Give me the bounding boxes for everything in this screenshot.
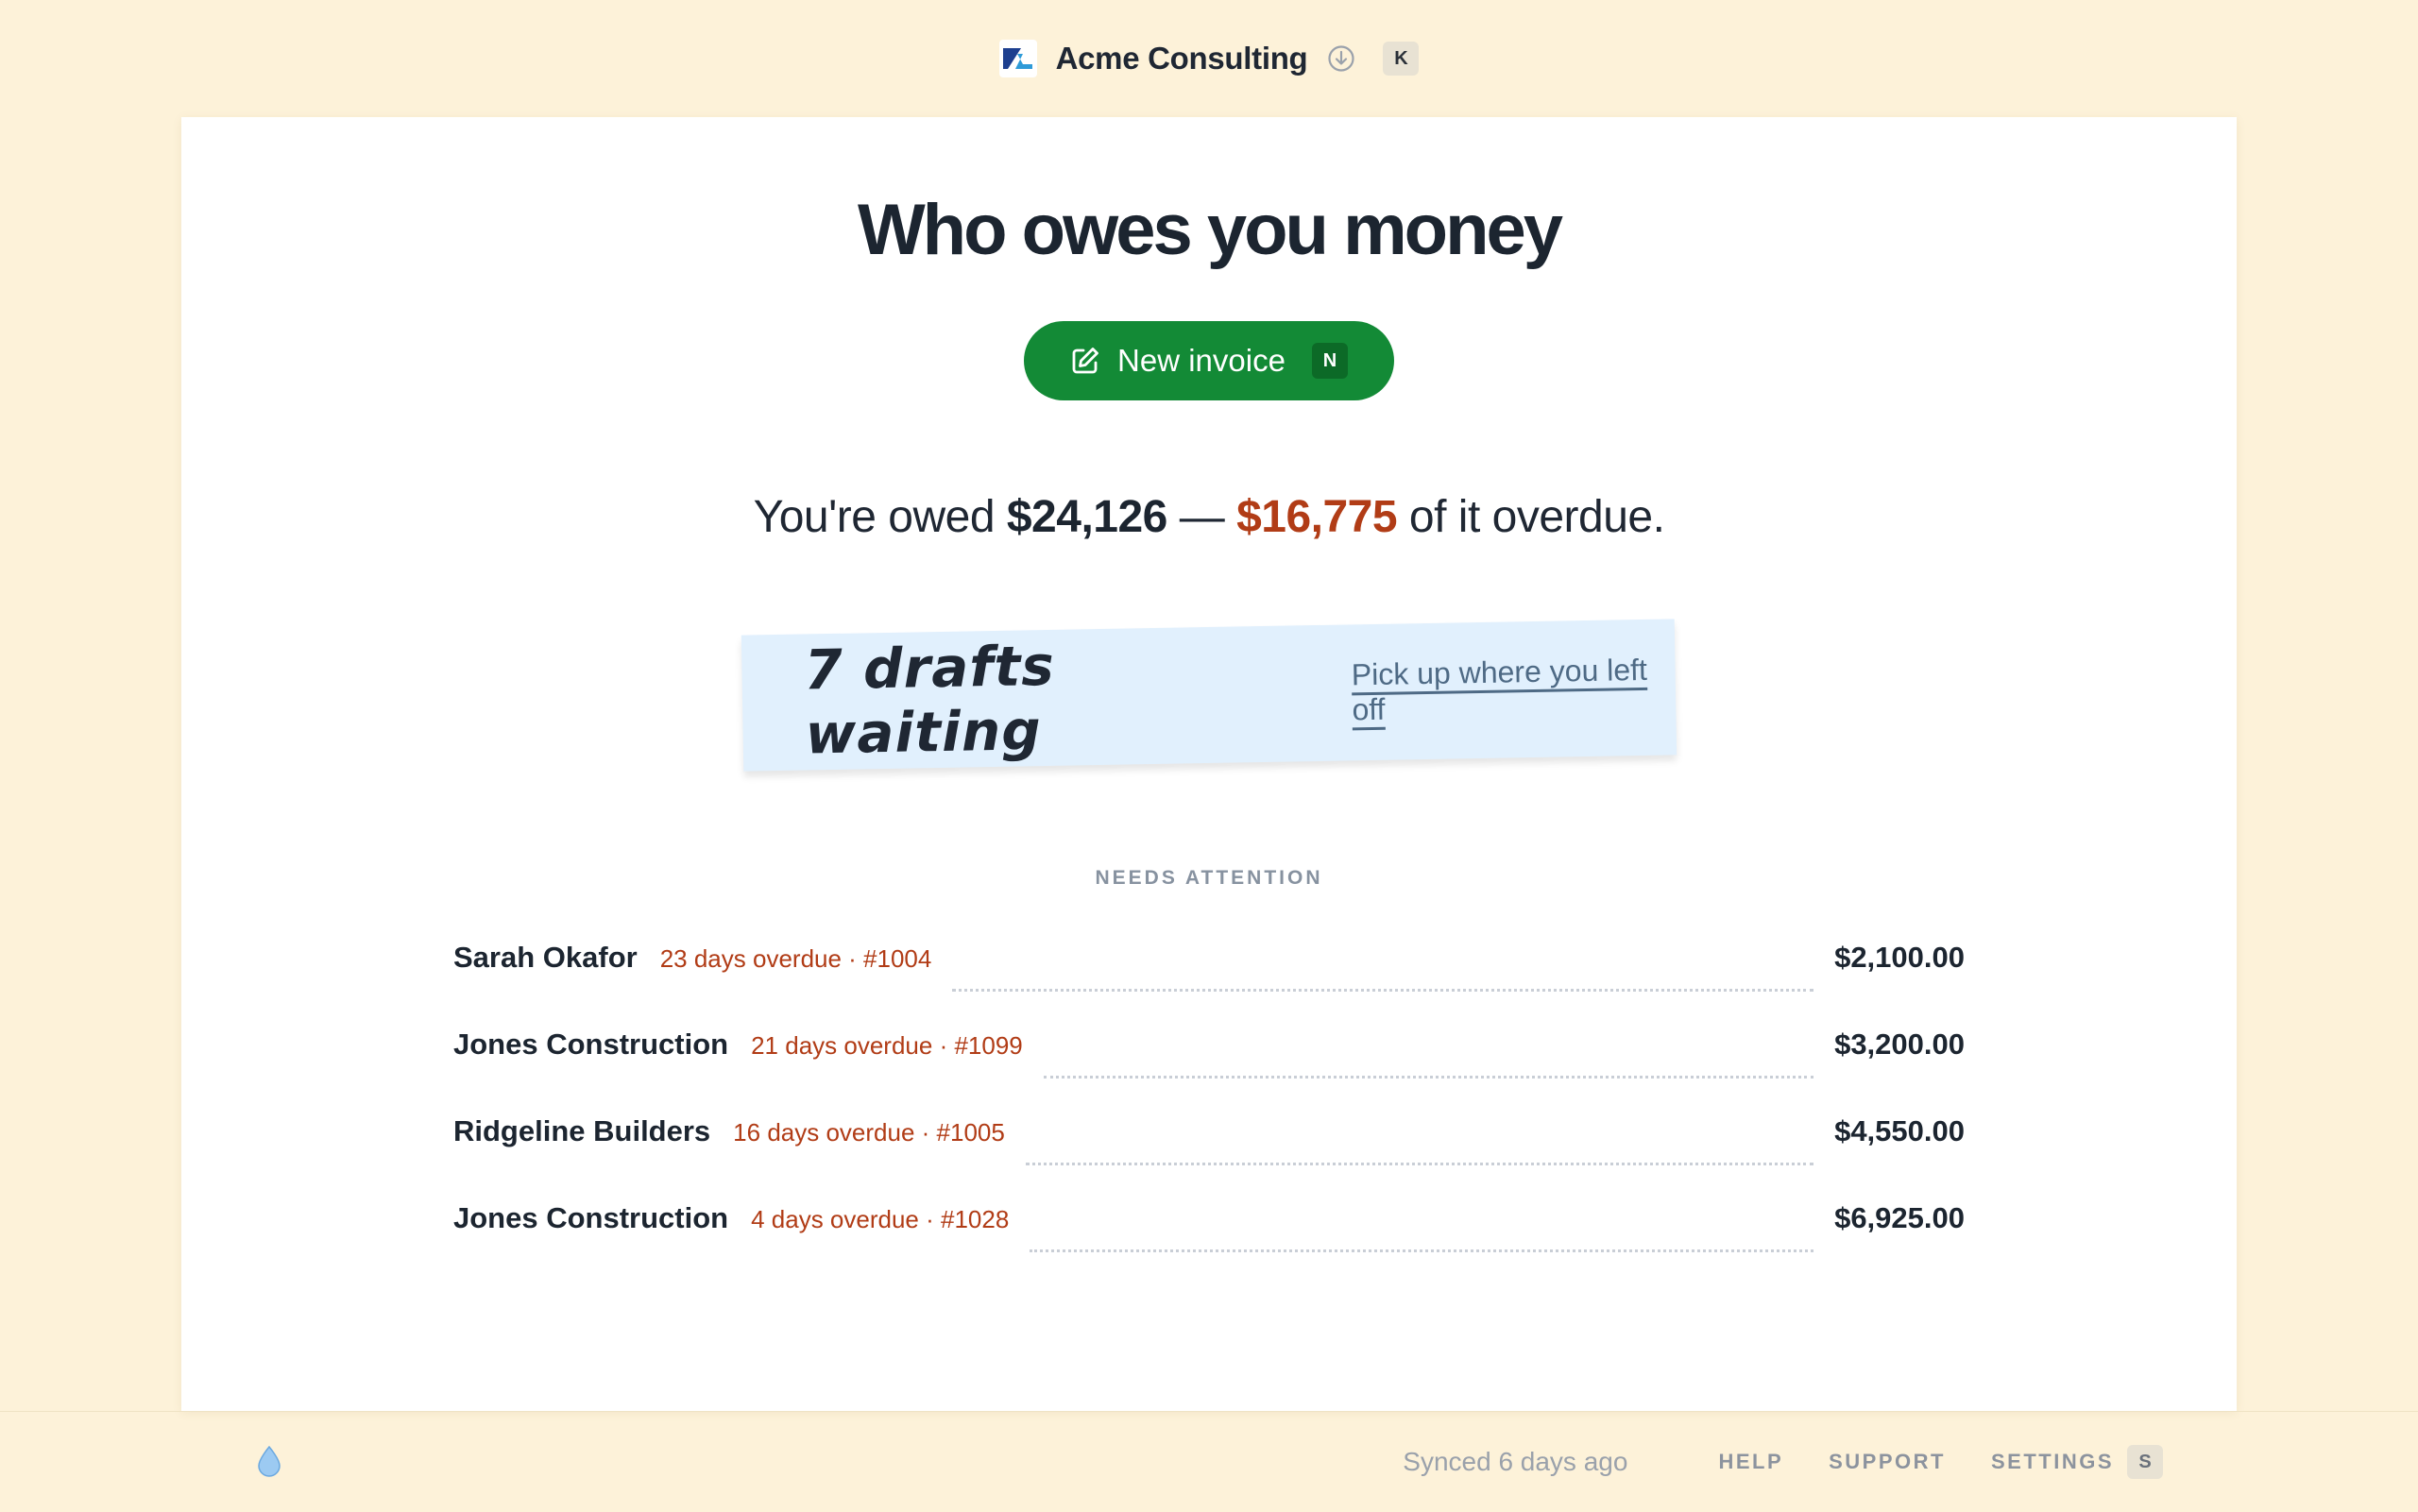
owed-suffix: of it overdue.: [1408, 492, 1665, 542]
dotted-leader: [952, 988, 1814, 992]
edit-icon: [1070, 346, 1100, 376]
download-icon[interactable]: [1326, 43, 1356, 74]
list-item[interactable]: Sarah Okafor 23 days overdue · #1004 $2,…: [453, 941, 1965, 1028]
company-name[interactable]: Acme Consulting: [1056, 41, 1308, 76]
invoice-amount: $4,550.00: [1834, 1114, 1965, 1147]
settings-link[interactable]: SETTINGS: [1991, 1450, 2114, 1474]
client-name: Jones Construction: [453, 1028, 729, 1061]
page-title: Who owes you money: [857, 190, 1563, 270]
dotted-leader: [1030, 1249, 1814, 1252]
new-invoice-label: New invoice: [1117, 343, 1286, 378]
dotted-leader: [1025, 1162, 1814, 1165]
invoice-amount: $6,925.00: [1834, 1201, 1965, 1234]
resume-drafts-link[interactable]: Pick up where you left off: [1352, 652, 1677, 727]
new-invoice-button[interactable]: New invoice N: [1024, 321, 1394, 400]
top-bar: Acme Consulting K: [0, 0, 2418, 117]
list-item[interactable]: Jones Construction 21 days overdue · #10…: [453, 1028, 1965, 1114]
help-link[interactable]: HELP: [1718, 1450, 1783, 1474]
water-drop-icon[interactable]: [255, 1444, 283, 1478]
overdue-info: 23 days overdue · #1004: [659, 944, 932, 973]
invoice-amount: $2,100.00: [1834, 941, 1965, 974]
client-name: Jones Construction: [453, 1201, 729, 1234]
owed-dash: —: [1179, 492, 1225, 542]
support-link[interactable]: SUPPORT: [1829, 1450, 1946, 1474]
attention-list: Sarah Okafor 23 days overdue · #1004 $2,…: [453, 941, 1965, 1288]
footer-links: Synced 6 days ago HELP SUPPORT SETTINGS …: [1403, 1412, 2163, 1512]
client-name: Ridgeline Builders: [453, 1114, 711, 1147]
invoice-amount: $3,200.00: [1834, 1028, 1965, 1061]
overdue-total: $16,775: [1236, 492, 1398, 542]
list-item[interactable]: Jones Construction 4 days overdue · #102…: [453, 1201, 1965, 1288]
owed-total: $24,126: [1006, 492, 1168, 542]
company-logo-icon: [998, 40, 1037, 77]
main-card: Who owes you money New invoice N You're …: [181, 117, 2237, 1411]
settings-shortcut-key: S: [2127, 1445, 2163, 1479]
needs-attention-heading: NEEDS ATTENTION: [1095, 867, 1323, 889]
owed-summary: You're owed $24,126 — $16,775 of it over…: [181, 491, 2237, 543]
drafts-count-text: 7 drafts waiting: [803, 633, 1056, 767]
client-name: Sarah Okafor: [453, 941, 638, 974]
owed-prefix: You're owed: [753, 492, 996, 542]
dotted-leader: [1043, 1075, 1814, 1079]
list-item[interactable]: Ridgeline Builders 16 days overdue · #10…: [453, 1114, 1965, 1201]
company-switcher[interactable]: Acme Consulting K: [998, 40, 1420, 77]
footer: Synced 6 days ago HELP SUPPORT SETTINGS …: [0, 1411, 2418, 1511]
sync-status: Synced 6 days ago: [1403, 1447, 1628, 1476]
overdue-info: 21 days overdue · #1099: [751, 1031, 1023, 1060]
overdue-info: 4 days overdue · #1028: [751, 1205, 1010, 1233]
company-shortcut-key: K: [1383, 42, 1420, 76]
overdue-info: 16 days overdue · #1005: [733, 1118, 1005, 1147]
new-invoice-shortcut-key: N: [1311, 343, 1348, 379]
drafts-note[interactable]: 7 drafts waiting Pick up where you left …: [741, 619, 1677, 772]
